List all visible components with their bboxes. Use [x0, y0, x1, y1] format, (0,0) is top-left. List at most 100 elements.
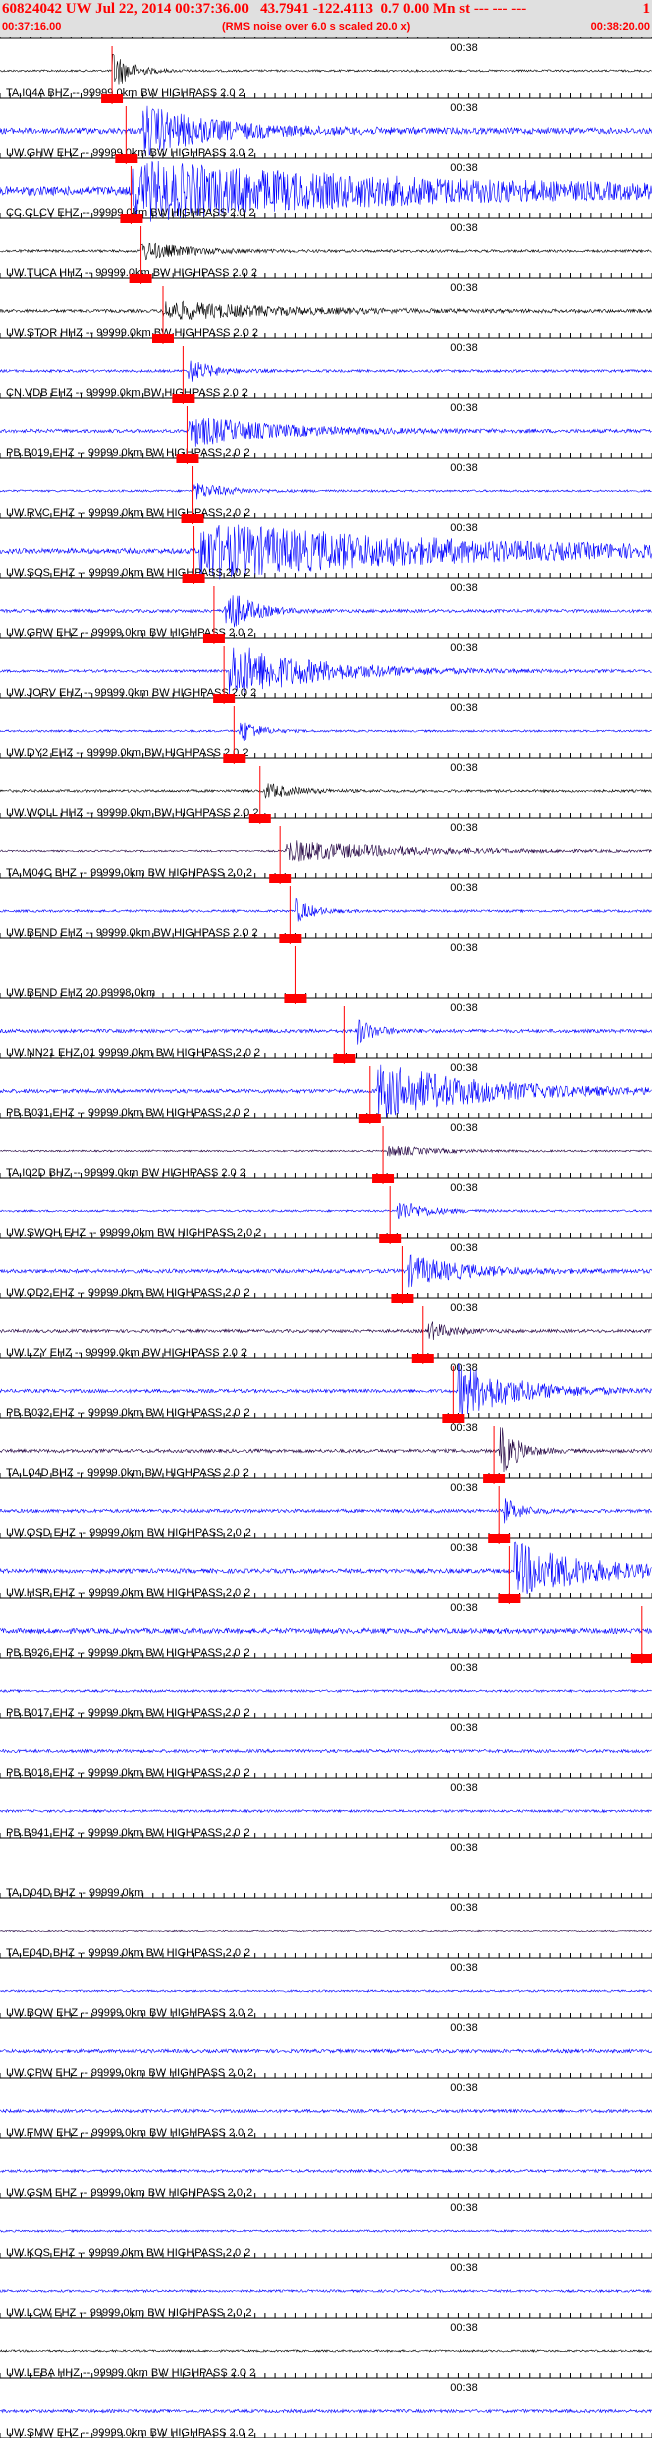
waveform-trace: [0, 2229, 652, 2233]
minute-tick-label: 00:38: [450, 1722, 478, 1734]
minute-tick-label: 00:38: [450, 42, 478, 54]
pick-marker: [181, 514, 204, 523]
station-label: PB.B018 EHZ -- 99999.0km BW HIGHPASS 2.0…: [6, 1767, 250, 1779]
waveform-trace: [0, 840, 652, 862]
header-dashes: --- --- ---: [473, 1, 527, 17]
station-label: UW.NN21 EHZ 01 99999.0km BW HIGHPASS 2.0…: [6, 1047, 260, 1059]
minute-tick-label: 00:38: [450, 1842, 478, 1854]
waveform-trace: [0, 483, 652, 500]
pick-marker: [120, 214, 143, 223]
station-label: UW.BEND EHZ -- 99999.0km BW HIGHPASS 2.0…: [6, 927, 258, 939]
waveform-trace: [0, 2168, 652, 2174]
page-number: 1: [642, 1, 651, 17]
seismogram-plot: 00:38 TA.I04A BHZ -- 99999.0km BW HIGHPAS…: [0, 33, 652, 2438]
station-label: PB.B926 EHZ -- 99999.0km BW HIGHPASS 2.0…: [6, 1647, 250, 1659]
pick-marker: [358, 1114, 381, 1123]
minute-tick-label: 00:38: [450, 882, 478, 894]
pick-marker: [172, 394, 195, 403]
waveform-trace: [0, 1808, 652, 1814]
pick-marker: [129, 274, 152, 283]
minute-tick-label: 00:38: [450, 1482, 478, 1494]
minute-tick-label: 00:38: [450, 1902, 478, 1914]
end-time: 00:38:20.00: [590, 21, 650, 33]
station-label: PB.B031 EHZ -- 99999.0km BW HIGHPASS 2.0…: [6, 1107, 250, 1119]
waveform-trace: [0, 722, 652, 741]
minute-tick-label: 00:38: [450, 1542, 478, 1554]
station-label: UW.GSM EHZ -- 99999.0km BW HIGHPASS 2.0 …: [6, 2187, 252, 2199]
pick-marker: [223, 754, 246, 763]
station-label: TA.E04D BHZ -- 99999.0km BW HIGHPASS 2.0…: [6, 1947, 250, 1959]
waveform-trace: [0, 1202, 652, 1220]
minute-tick-label: 00:38: [450, 2322, 478, 2334]
waveform-trace: [0, 1688, 652, 1694]
waveform-trace: [0, 1929, 652, 1933]
station-label: UW.OD2 EHZ -- 99999.0km BW HIGHPASS 2.0 …: [6, 1287, 250, 1299]
minute-tick-label: 00:38: [450, 1602, 478, 1614]
minute-tick-label: 00:38: [450, 2082, 478, 2094]
station-label: UW.LEBA HHZ -- 99999.0km BW HIGHPASS 2.0…: [6, 2367, 255, 2379]
minute-tick-label: 00:38: [450, 522, 478, 534]
pick-marker: [269, 874, 292, 883]
pick-marker: [333, 1054, 356, 1063]
minute-tick-label: 00:38: [450, 1662, 478, 1674]
minute-tick-label: 00:38: [450, 2142, 478, 2154]
pick-marker: [248, 814, 271, 823]
pick-marker: [372, 1174, 395, 1183]
minute-tick-label: 00:38: [450, 1962, 478, 1974]
station-label: PB.B941 EHZ -- 99999.0km BW HIGHPASS 2.0…: [6, 1827, 250, 1839]
waveform-trace: [0, 1427, 652, 1473]
pick-marker: [630, 1654, 652, 1663]
station-label: UW.WOLL HHZ -- 99999.0km BW HIGHPASS 2.0…: [6, 807, 258, 819]
network: UW: [65, 1, 92, 17]
waveform-trace: [0, 2408, 652, 2414]
minute-tick-label: 00:38: [450, 1002, 478, 1014]
waveform-trace: [0, 417, 652, 447]
pick-marker: [176, 454, 199, 463]
minute-tick-label: 00:38: [450, 642, 478, 654]
minute-tick-label: 00:38: [450, 582, 478, 594]
minute-tick-label: 00:38: [450, 462, 478, 474]
pick-marker: [182, 574, 205, 583]
waveform-trace: [0, 1498, 652, 1524]
minute-tick-label: 00:38: [450, 762, 478, 774]
header-title: 60824042 UW Jul 22, 2014 00:37:36.00 43.…: [2, 1, 526, 18]
minute-tick-label: 00:38: [450, 822, 478, 834]
waveform-trace: [0, 2288, 652, 2294]
station-label: UW.STOR HHZ -- 99999.0km BW HIGHPASS 2.0…: [6, 327, 258, 339]
waveform-trace: [0, 53, 652, 85]
pick-marker: [213, 694, 236, 703]
station-label: UW.HSR EHZ -- 99999.0km BW HIGHPASS 2.0 …: [6, 1587, 250, 1599]
pick-marker: [498, 1594, 521, 1603]
minute-tick-label: 00:38: [450, 162, 478, 174]
pick-marker: [379, 1234, 402, 1243]
event-location: 43.7941 -122.4113: [260, 1, 373, 17]
station-label: UW.BEND EHZ 20.99998.0km: [6, 987, 155, 999]
pick-marker: [483, 1474, 506, 1483]
station-label: UW.LZY EHZ -- 99999.0km BW HIGHPASS 2.0 …: [6, 1347, 247, 1359]
station-label: UW.RVC EHZ -- 99999.0km BW HIGHPASS 2.0 …: [6, 507, 250, 519]
pick-marker: [284, 994, 307, 1003]
pick-marker: [391, 1294, 414, 1303]
waveform-trace: [0, 1254, 652, 1288]
minute-tick-label: 00:38: [450, 1182, 478, 1194]
pick-marker: [488, 1534, 511, 1543]
station-label: UW.DY2 EHZ -- 99999.0km BW HIGHPASS 2.0 …: [6, 747, 248, 759]
station-label: TA.I02D BHZ -- 99999.0km BW HIGHPASS 2.0…: [6, 1167, 246, 1179]
minute-tick-label: 00:38: [450, 942, 478, 954]
pick-marker: [101, 94, 124, 103]
station-label: UW.KOS EHZ -- 99999.0km BW HIGHPASS 2.0 …: [6, 2247, 250, 2259]
waveform-trace: [0, 1145, 652, 1157]
station-label: TA.D04D BHZ -- 99999.0km: [6, 1887, 143, 1899]
pick-marker: [115, 154, 138, 163]
waveform-trace: [0, 897, 652, 922]
waveform-trace: [0, 2108, 652, 2114]
minute-tick-label: 00:38: [450, 2022, 478, 2034]
pick-marker: [152, 334, 174, 343]
event-datetime: Jul 22, 2014 00:37:36.00: [95, 1, 249, 17]
minute-tick-label: 00:38: [450, 282, 478, 294]
station-label: TA.I04A BHZ -- 99999.0km BW HIGHPASS 2.0…: [6, 87, 245, 99]
waveform-trace: [0, 1988, 652, 1993]
station-label: UW.SWOH EHZ -- 99999.0km BW HIGHPASS 2.0…: [6, 1227, 261, 1239]
minute-tick-label: 00:38: [450, 402, 478, 414]
station-label: PB.B019 EHZ -- 99999.0km BW HIGHPASS 2.0…: [6, 447, 250, 459]
